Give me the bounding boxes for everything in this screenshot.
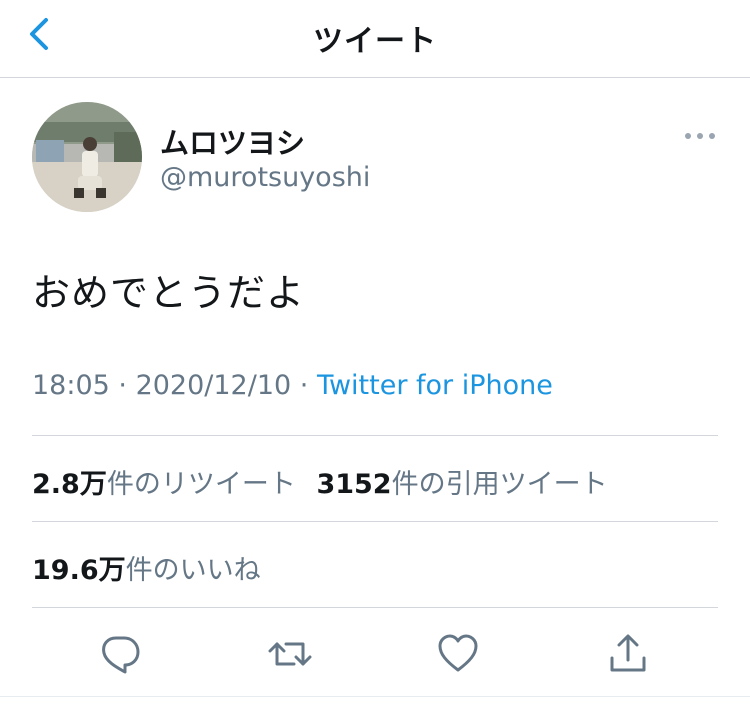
share-button[interactable] [606, 632, 650, 676]
avatar[interactable] [32, 102, 142, 212]
tweet-source-link[interactable]: Twitter for iPhone [317, 370, 553, 401]
likes-stat[interactable]: 19.6万件のいいね [32, 555, 261, 586]
retweets-stat[interactable]: 2.8万件のリツイート [32, 469, 296, 500]
tweet-date: 2020/12/10 [135, 370, 292, 401]
likes-stats-row: 19.6万件のいいね [32, 548, 261, 587]
retweets-count: 2.8万 [32, 469, 107, 500]
user-handle[interactable]: @murotsuyoshi [160, 162, 370, 193]
more-options-button[interactable] [680, 124, 720, 148]
likes-count: 19.6万 [32, 555, 126, 586]
divider [32, 435, 718, 436]
reply-icon [102, 636, 140, 674]
tweet-time: 18:05 [32, 370, 110, 401]
tweet-metadata: 18:05 · 2020/12/10 · Twitter for iPhone [32, 370, 553, 401]
quotes-stat[interactable]: 3152件の引用ツイート [316, 469, 607, 500]
meta-separator: · [109, 370, 136, 401]
heart-icon [438, 634, 478, 672]
display-name[interactable]: ムロツヨシ [160, 120, 305, 162]
more-horizontal-icon [685, 133, 715, 139]
action-bar [0, 632, 750, 680]
retweet-icon [268, 642, 312, 666]
page-title: ツイート [313, 24, 437, 59]
meta-separator: · [291, 370, 317, 401]
like-button[interactable] [436, 632, 480, 676]
avatar-photo [32, 102, 142, 212]
retweet-button[interactable] [268, 632, 312, 676]
likes-label: 件のいいね [125, 555, 261, 586]
divider [32, 607, 718, 608]
retweet-stats-row: 2.8万件のリツイート 3152件の引用ツイート [32, 462, 608, 501]
reply-button[interactable] [98, 632, 142, 676]
tweet-text: おめでとうだよ [32, 271, 306, 315]
divider [32, 521, 718, 522]
divider [0, 696, 750, 697]
quotes-label: 件の引用ツイート [391, 469, 608, 500]
quotes-count: 3152 [316, 469, 392, 500]
navigation-header: ツイート [0, 0, 750, 78]
share-icon [610, 634, 646, 672]
retweets-label: 件のリツイート [106, 469, 296, 500]
